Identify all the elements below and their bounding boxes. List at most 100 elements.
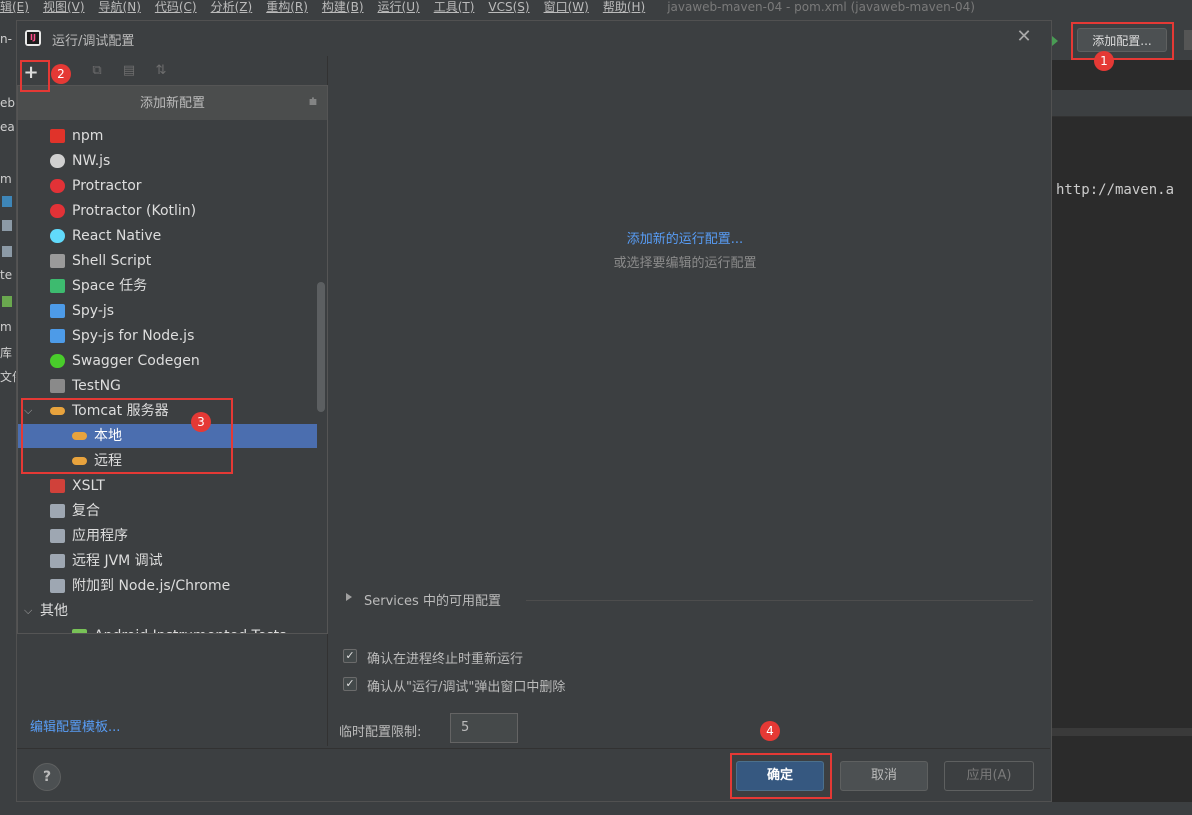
annotation-box-add-config (1071, 22, 1174, 60)
menu-item[interactable]: 运行(U) (378, 0, 420, 15)
annotation-badge: 4 (760, 721, 780, 741)
menu-item[interactable]: 导航(N) (99, 0, 141, 15)
popup-header: 添加新配置 (18, 86, 327, 120)
ide-window-title: javaweb-maven-04 - pom.xml (javaweb-mave… (667, 0, 975, 14)
config-type-label: 其他 (40, 603, 68, 619)
folder-icon (2, 246, 12, 257)
config-type-label: 应用程序 (72, 528, 128, 544)
config-type-label: XSLT (72, 478, 105, 494)
config-type-label: TestNG (72, 378, 121, 394)
dialog-bottom-separator (17, 748, 1050, 749)
config-type-label: NW.js (72, 153, 111, 169)
menu-item[interactable]: 代码(C) (155, 0, 197, 15)
config-type-label: 远程 JVM 调试 (72, 553, 163, 569)
config-type-item[interactable]: Android Instrumented Tests (18, 624, 317, 633)
services-label: Services 中的可用配置 (364, 594, 501, 609)
editor-code-line: http://maven.a (1056, 182, 1175, 198)
temp-config-limit-label: 临时配置限制: (339, 725, 422, 740)
config-type-item[interactable]: NW.js (18, 149, 317, 173)
move-to-folder-icon[interactable]: ▤ (122, 64, 136, 78)
config-type-item[interactable]: npm (18, 124, 317, 148)
config-type-item[interactable]: Protractor (Kotlin) (18, 199, 317, 223)
spyjs-icon (50, 304, 65, 318)
folder-icon (2, 296, 12, 307)
ide-left-text-fragment: eb (0, 96, 15, 110)
menu-item[interactable]: 重构(R) (266, 0, 308, 15)
config-type-item[interactable]: XSLT (18, 474, 317, 498)
annotation-badge: 2 (51, 64, 71, 84)
run-icon[interactable] (1052, 36, 1058, 46)
run-toolbar-edge[interactable] (1184, 30, 1192, 50)
config-type-item[interactable]: 复合 (18, 499, 317, 523)
annotation-badge: 3 (191, 412, 211, 432)
node-chrome-icon (50, 579, 65, 593)
menu-item[interactable]: 构建(B) (322, 0, 364, 15)
config-type-item[interactable]: Shell Script (18, 249, 317, 273)
dialog-title: 运行/调试配置 (52, 34, 135, 49)
config-type-item[interactable]: Space 任务 (18, 274, 317, 298)
annotation-box-tomcat (21, 398, 233, 474)
ide-left-text-fragment: m (0, 320, 12, 334)
protractor-kotlin-icon (50, 204, 65, 218)
shell-script-icon (50, 254, 65, 268)
annotation-box-ok (730, 753, 832, 799)
folder-icon (2, 220, 12, 231)
intellij-logo-icon: IJ (25, 30, 41, 46)
protractor-icon (50, 179, 65, 193)
apply-button[interactable]: 应用(A) (944, 761, 1034, 791)
menu-item[interactable]: VCS(S) (488, 0, 529, 14)
menu-item[interactable]: 视图(V) (43, 0, 85, 15)
ide-left-strip: n- eb ea m te m 库 文件 (0, 20, 24, 815)
config-type-item[interactable]: ⌵ 其他 (18, 599, 317, 623)
react-icon (50, 229, 65, 243)
application-icon (50, 529, 65, 543)
config-type-item[interactable]: Swagger Codegen (18, 349, 317, 373)
close-icon[interactable]: ✕ (1013, 26, 1035, 48)
menu-item[interactable]: 帮助(H) (603, 0, 645, 15)
collapse-icon[interactable]: ⩧ (306, 92, 320, 112)
compound-icon (50, 504, 65, 518)
sort-icon[interactable]: ⇅ (154, 64, 168, 78)
help-button[interactable]: ? (33, 763, 61, 791)
chevron-down-icon[interactable]: ⌵ (24, 599, 32, 623)
config-type-label: Shell Script (72, 253, 152, 269)
config-type-label: npm (72, 128, 104, 144)
config-type-label: 复合 (72, 503, 100, 519)
menu-item[interactable]: 分析(Z) (211, 0, 253, 15)
config-type-item[interactable]: 应用程序 (18, 524, 317, 548)
config-type-item[interactable]: 附加到 Node.js/Chrome (18, 574, 317, 598)
menu-item[interactable]: 辑(E) (0, 0, 29, 15)
temp-config-limit-input[interactable]: 5 (450, 713, 518, 743)
folder-icon (2, 196, 12, 207)
swagger-icon (50, 354, 65, 368)
config-type-label: Android Instrumented Tests (94, 624, 286, 633)
ide-left-text-fragment: te (0, 268, 13, 282)
config-type-label: Protractor (72, 178, 142, 194)
config-type-item[interactable]: Protractor (18, 174, 317, 198)
config-type-label: Swagger Codegen (72, 353, 200, 369)
config-type-item[interactable]: Spy-js (18, 299, 317, 323)
menu-item[interactable]: 工具(T) (434, 0, 475, 15)
config-type-label: Protractor (Kotlin) (72, 203, 197, 219)
editor-scrollbar[interactable] (1040, 728, 1192, 736)
add-new-run-config-link[interactable]: 添加新的运行配置... (330, 228, 1040, 247)
ide-left-text-fragment: 库 (0, 346, 13, 360)
annotation-box-plus (20, 60, 50, 92)
android-icon (72, 629, 87, 633)
config-type-item[interactable]: 远程 JVM 调试 (18, 549, 317, 573)
config-type-label: Spy-js for Node.js (72, 328, 195, 344)
delete-confirm-checkbox[interactable]: ✓ (343, 677, 357, 691)
config-type-label: React Native (72, 228, 162, 244)
popup-scrollbar-thumb[interactable] (317, 282, 325, 412)
rerun-confirm-checkbox[interactable]: ✓ (343, 649, 357, 663)
config-type-item[interactable]: TestNG (18, 374, 317, 398)
spyjs-node-icon (50, 329, 65, 343)
config-type-label: Spy-js (72, 303, 115, 319)
edit-config-templates-link[interactable]: 编辑配置模板... (30, 716, 120, 735)
copy-config-icon[interactable]: ⧉ (90, 64, 104, 78)
config-type-item[interactable]: Spy-js for Node.js (18, 324, 317, 348)
config-type-item[interactable]: React Native (18, 224, 317, 248)
services-section[interactable]: Services 中的可用配置 (346, 590, 501, 609)
menu-item[interactable]: 窗口(W) (544, 0, 589, 15)
cancel-button[interactable]: 取消 (840, 761, 928, 791)
